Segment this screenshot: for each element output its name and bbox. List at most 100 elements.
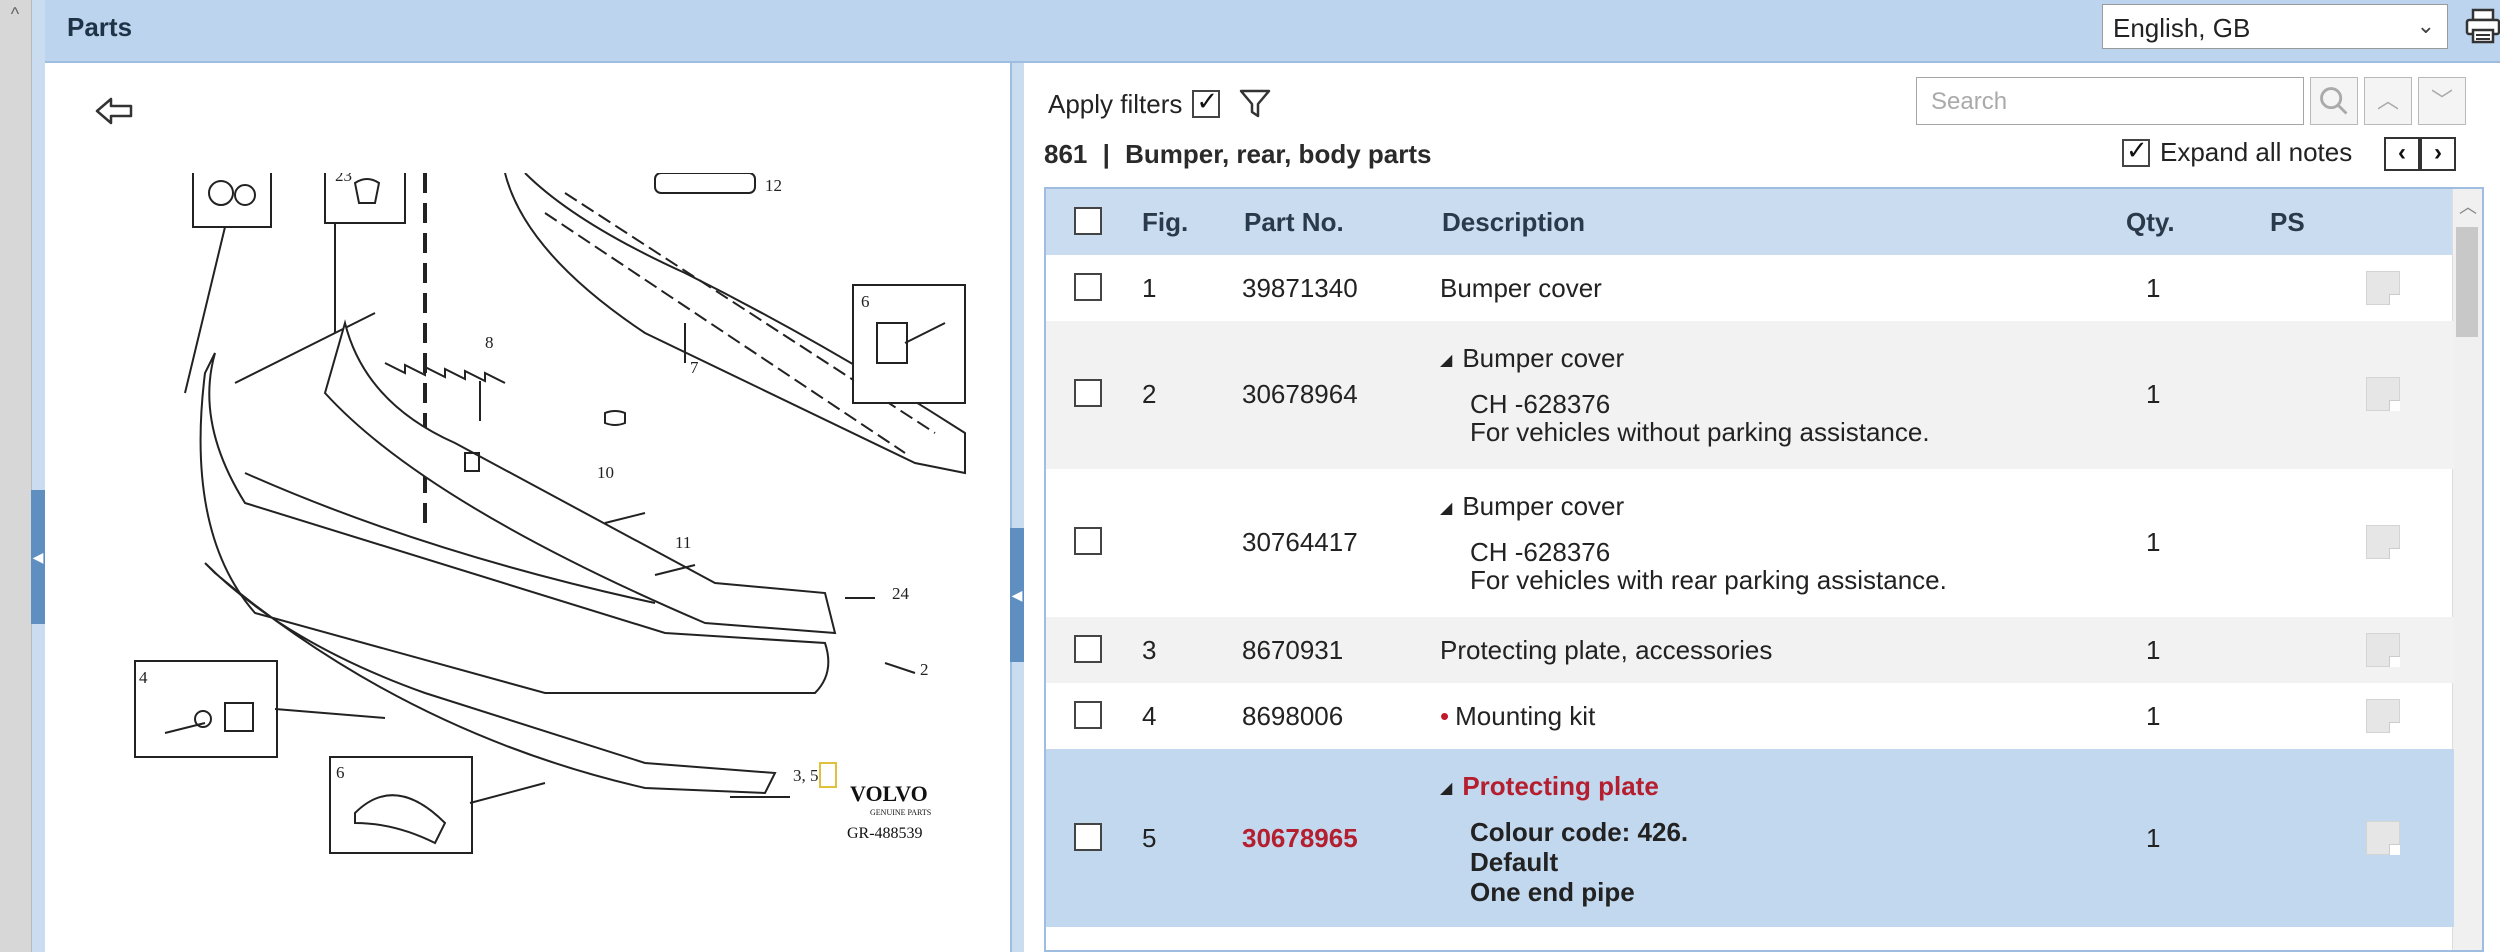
language-select[interactable]: English, GB ⌄	[2102, 4, 2448, 49]
row-checkbox[interactable]	[1074, 701, 1102, 729]
filter-icon[interactable]	[1238, 87, 1272, 121]
table-header: Fig. Part No. Description Qty. PS	[1046, 189, 2454, 255]
callout-3-5[interactable]: 3, 5	[793, 766, 819, 785]
callout-4[interactable]: 4	[139, 668, 148, 687]
scroll-up-icon[interactable]: ^	[4, 4, 26, 44]
row-qty: 1	[2146, 635, 2161, 665]
row-part-no[interactable]: 39871340	[1242, 273, 1358, 304]
callout-2[interactable]: 2	[920, 660, 929, 679]
next-icon[interactable]: ›	[2420, 137, 2456, 171]
print-icon[interactable]	[2463, 6, 2500, 46]
collapse-left-tab[interactable]: ◀	[31, 490, 45, 624]
row-part-no[interactable]: 30764417	[1242, 527, 1358, 558]
group-title: Bumper, rear, body parts	[1125, 139, 1432, 169]
table-row[interactable]: 30764417 ◢ Bumper cover CH -628376 For ve…	[1046, 469, 2454, 617]
col-description[interactable]: Description	[1442, 207, 1585, 238]
row-qty: 1	[2146, 701, 2161, 731]
select-all-checkbox[interactable]	[1074, 207, 1102, 235]
expand-all-notes-control[interactable]: Expand all notes	[2122, 135, 2353, 168]
callout-6b[interactable]: 6	[336, 763, 345, 782]
language-value: English, GB	[2113, 13, 2251, 43]
note-icon[interactable]	[2366, 377, 2400, 411]
note-icon[interactable]	[2366, 821, 2400, 855]
table-row-selected[interactable]: 5 30678965 ◢ Protecting plate Colour code…	[1046, 749, 2454, 927]
row-description-wrap[interactable]: ◢ Bumper cover	[1440, 343, 1624, 374]
prev-icon[interactable]: ‹	[2384, 137, 2420, 171]
row-description-wrap[interactable]: ◢ Protecting plate	[1440, 771, 1659, 802]
row-note-2: For vehicles with rear parking assistanc…	[1470, 565, 1947, 595]
table-row[interactable]: 3 8670931 Protecting plate, accessories …	[1046, 617, 2454, 683]
col-ps[interactable]: PS	[2270, 207, 2305, 238]
table-row[interactable]: 2 30678964 ◢ Bumper cover CH -628376 For …	[1046, 321, 2454, 469]
callout-10[interactable]: 10	[597, 463, 614, 482]
row-note-1: CH -628376	[1470, 389, 1611, 419]
diagram-inset-6b	[329, 756, 473, 854]
row-checkbox[interactable]	[1074, 273, 1102, 301]
row-checkbox[interactable]	[1074, 379, 1102, 407]
callout-11[interactable]: 11	[675, 533, 691, 552]
callout-8[interactable]: 8	[485, 333, 494, 352]
row-part-no[interactable]: 8698006	[1242, 701, 1343, 732]
parts-table: Fig. Part No. Description Qty. PS ︿ 1 39…	[1044, 187, 2484, 952]
col-qty[interactable]: Qty.	[2126, 207, 2175, 238]
row-note-1: Colour code: 426.	[1470, 817, 1689, 847]
callout-24[interactable]: 24	[892, 584, 910, 603]
panel-splitter[interactable]: ◀	[1010, 528, 1024, 662]
breadcrumb-separator: |	[1102, 139, 1110, 169]
apply-filters-control[interactable]: Apply filters	[1048, 86, 1272, 121]
exploded-parts-diagram[interactable]: 23 12 8 6 7 10 11 24 2 4 6 3, 5 VOLVO GE…	[125, 173, 985, 873]
row-description: Bumper cover	[1462, 491, 1625, 521]
pager: ‹ ›	[2384, 137, 2456, 171]
row-description: Protecting plate	[1462, 771, 1659, 801]
diagram-inset-clip	[192, 173, 272, 228]
chevron-up-icon[interactable]: ︿	[2364, 77, 2412, 125]
brand-logo: VOLVO	[850, 781, 928, 806]
callout-7[interactable]: 7	[690, 358, 699, 377]
callout-23[interactable]: 23	[335, 173, 352, 185]
expand-triangle-icon[interactable]: ◢	[1440, 352, 1452, 369]
row-note-2: For vehicles without parking assistance.	[1470, 417, 1930, 447]
expand-triangle-icon[interactable]: ◢	[1440, 780, 1452, 797]
note-icon[interactable]	[2366, 633, 2400, 667]
brand-sub: GENUINE PARTS	[870, 808, 931, 817]
row-qty: 1	[2146, 273, 2161, 303]
search-placeholder: Search	[1931, 88, 2008, 115]
row-description: Bumper cover	[1440, 273, 1602, 303]
note-icon[interactable]	[2366, 699, 2400, 733]
note-icon[interactable]	[2366, 525, 2400, 559]
note-icon[interactable]	[2366, 271, 2400, 305]
row-part-no[interactable]: 30678965	[1242, 823, 1358, 854]
table-row[interactable]: 4 8698006 • Mounting kit 1	[1046, 683, 2454, 749]
back-arrow-icon[interactable]	[93, 93, 137, 129]
col-fig[interactable]: Fig.	[1142, 207, 1188, 238]
expand-triangle-icon[interactable]: ◢	[1440, 500, 1452, 517]
row-qty: 1	[2146, 527, 2161, 557]
row-description: Bumper cover	[1462, 343, 1625, 373]
callout-highlight	[819, 762, 837, 788]
row-description: Protecting plate, accessories	[1440, 635, 1773, 665]
drawing-panel: 23 12 8 6 7 10 11 24 2 4 6 3, 5 VOLVO GE…	[45, 63, 1012, 952]
row-part-no[interactable]: 30678964	[1242, 379, 1358, 410]
row-description-wrap[interactable]: ◢ Bumper cover	[1440, 491, 1624, 522]
table-row[interactable]: 1 39871340 Bumper cover 1	[1046, 255, 2454, 321]
row-fig: 5	[1142, 823, 1157, 853]
expand-all-notes-checkbox[interactable]	[2122, 135, 2150, 167]
chevron-down-icon: ⌄	[2416, 13, 2435, 38]
callout-12[interactable]: 12	[765, 176, 782, 195]
row-checkbox[interactable]	[1074, 635, 1102, 663]
scroll-thumb[interactable]	[2456, 227, 2478, 337]
left-strip: ^ ◀	[0, 0, 45, 952]
row-part-no[interactable]: 8670931	[1242, 635, 1343, 666]
row-checkbox[interactable]	[1074, 823, 1102, 851]
callout-6a[interactable]: 6	[861, 292, 870, 311]
table-scrollbar[interactable]: ︿	[2452, 189, 2482, 950]
chevron-down-icon[interactable]: ﹀	[2418, 77, 2466, 125]
search-icon[interactable]	[2310, 77, 2358, 125]
expand-all-notes-label: Expand all notes	[2160, 137, 2353, 167]
search-input[interactable]: Search	[1916, 77, 2304, 125]
apply-filters-checkbox[interactable]	[1192, 86, 1221, 118]
col-part-no[interactable]: Part No.	[1244, 207, 1344, 238]
scroll-up-icon[interactable]: ︿	[2459, 193, 2477, 219]
row-checkbox[interactable]	[1074, 527, 1102, 555]
row-note-1: CH -628376	[1470, 537, 1611, 567]
